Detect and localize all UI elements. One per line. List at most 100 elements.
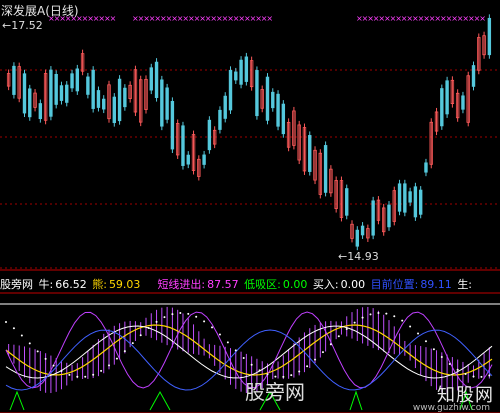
candle-body	[244, 56, 249, 82]
candle-body	[265, 76, 270, 121]
dotted-signal	[258, 369, 261, 372]
candle-body	[223, 95, 227, 119]
watermark-url: www.guzhiw.com	[412, 403, 490, 413]
dotted-signal	[211, 326, 214, 329]
candle-body	[170, 100, 175, 150]
dotted-signal	[456, 368, 459, 371]
position-label: 目前位置:	[370, 278, 419, 291]
candle-body	[308, 135, 312, 172]
dotted-signal	[60, 370, 63, 373]
signal-marker: ×	[479, 14, 486, 23]
candle-body	[59, 85, 64, 101]
candle-body	[12, 65, 16, 95]
bear-label: 熊:	[92, 278, 107, 291]
candle-body	[165, 87, 169, 120]
dotted-signal	[163, 316, 166, 319]
candle-body	[117, 78, 122, 122]
extra-label: 生:	[457, 278, 473, 291]
low-zone-value: 0.00	[282, 278, 308, 291]
dotted-signal	[139, 334, 142, 337]
candle-body	[424, 162, 428, 173]
candle-body	[160, 79, 164, 127]
candle-body	[355, 229, 359, 247]
buy-value: 0.00	[340, 278, 366, 291]
candle-body	[22, 73, 27, 114]
dotted-signal	[306, 365, 309, 368]
dotted-signal	[195, 315, 198, 318]
low-price-label: ←14.93	[338, 250, 379, 263]
dotted-signal	[361, 316, 364, 319]
dotted-signal	[218, 333, 221, 336]
signal-marker: ×	[110, 14, 117, 23]
high-price-label: ←17.52	[2, 19, 43, 32]
dotted-signal	[12, 327, 15, 330]
dotted-signal	[393, 315, 396, 318]
low-zone-label: 低吸区:	[244, 278, 281, 291]
position-value: 89.11	[420, 278, 452, 291]
dotted-signal	[488, 374, 491, 377]
candle-body	[96, 90, 101, 108]
dotted-signal	[20, 334, 23, 337]
dotted-signal	[155, 320, 158, 323]
dotted-signal	[115, 357, 118, 360]
dotted-signal	[321, 351, 324, 354]
signal-marker: ×	[266, 14, 273, 23]
candle-body	[461, 95, 465, 110]
candle-body	[112, 96, 116, 124]
dotted-signal	[108, 364, 111, 367]
dotted-signal	[385, 312, 388, 315]
candle-body	[323, 145, 328, 193]
dotted-signal	[480, 375, 483, 378]
short-term-label: 短线进出:	[157, 278, 206, 291]
candle-body	[360, 225, 365, 236]
low-zone-marker	[9, 390, 25, 411]
candle-body	[440, 88, 444, 127]
candle-body	[54, 73, 58, 105]
short-term-value: 87.57	[207, 278, 239, 291]
dotted-signal	[28, 342, 31, 345]
dotted-signal	[5, 321, 7, 324]
dotted-signal	[100, 369, 103, 372]
dotted-signal	[464, 372, 467, 375]
indicator-name[interactable]: 股旁网	[0, 278, 33, 291]
dotted-signal	[329, 343, 332, 346]
bull-value: 66.52	[55, 278, 87, 291]
dotted-signal	[250, 363, 253, 366]
dotted-signal	[68, 373, 71, 376]
dotted-signal	[401, 319, 404, 322]
dotted-signal	[131, 342, 134, 345]
candle-body	[149, 67, 153, 91]
candle-body	[86, 76, 90, 95]
chart-title: 深发展A(日线)	[1, 4, 79, 18]
candle-body	[91, 69, 95, 109]
dotted-signal	[409, 325, 412, 328]
dotted-signal	[369, 313, 372, 316]
dotted-signal	[353, 321, 356, 324]
buy-label: 买入:	[312, 278, 339, 291]
candle-body	[181, 125, 185, 166]
bear-line	[5, 324, 493, 376]
candle-body	[276, 93, 280, 127]
dotted-signal	[44, 357, 47, 360]
dotted-signal	[345, 327, 348, 330]
dotted-signal	[179, 312, 182, 315]
bull-label: 牛:	[38, 278, 54, 291]
candle-body	[123, 87, 127, 108]
dotted-signal	[314, 358, 317, 361]
candle-body	[413, 186, 418, 218]
candle-body	[487, 17, 492, 56]
candle-body	[408, 191, 412, 203]
candle-body	[345, 188, 349, 216]
dotted-signal	[242, 356, 245, 359]
watermark-left: 股旁网	[245, 380, 305, 404]
candle-body	[403, 183, 407, 213]
candle-body	[65, 84, 69, 103]
candle-body	[70, 73, 74, 89]
chart-canvas[interactable]: ×××××××××××× ××××××××××××××××××××××××× ×××…	[0, 0, 500, 413]
bull-line	[5, 325, 493, 379]
candle-body	[371, 200, 375, 236]
dotted-signal	[203, 320, 206, 323]
dotted-signal	[432, 348, 435, 351]
dotted-signal	[472, 375, 475, 378]
dotted-signal	[147, 327, 150, 330]
